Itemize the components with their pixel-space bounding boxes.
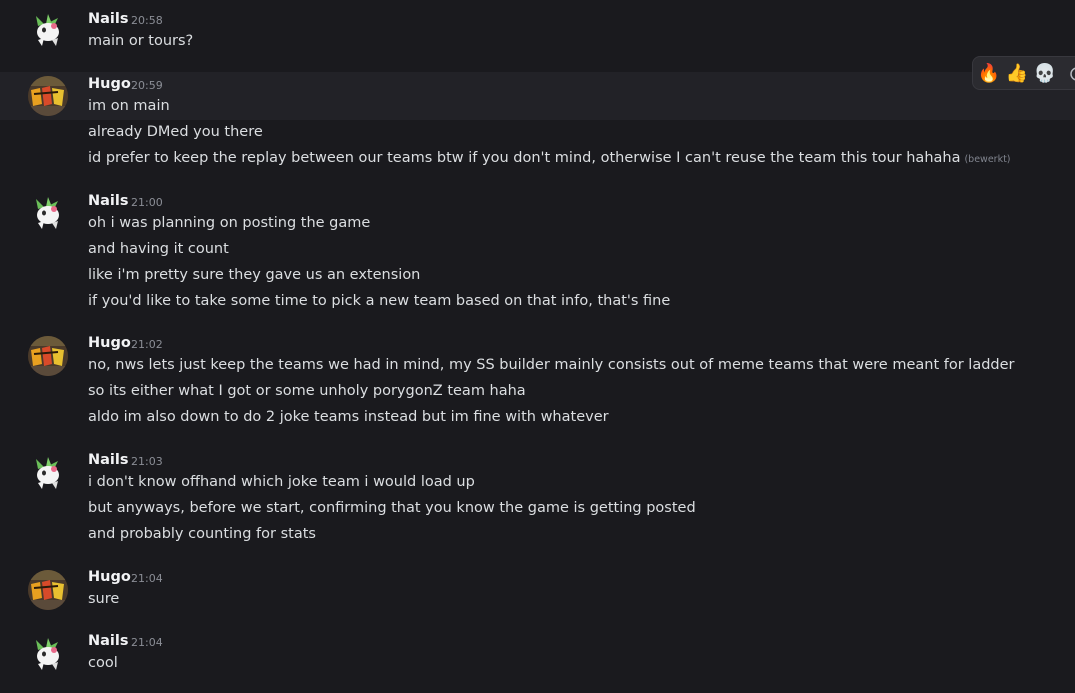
message-timestamp: 21:03 <box>131 455 163 468</box>
message-text: i don't know offhand which joke team i w… <box>88 474 475 490</box>
graffiti-avatar-icon <box>28 336 68 376</box>
message-text: already DMed you there <box>88 124 263 140</box>
message-text: oh i was planning on posting the game <box>88 215 371 231</box>
username[interactable]: Hugo <box>88 335 131 351</box>
message-text: cool <box>88 655 118 671</box>
message-timestamp: 21:04 <box>131 572 163 585</box>
message-group: Nails 21:00 oh i was planning on posting… <box>0 190 1075 320</box>
message-text: like i'm pretty sure they gave us an ext… <box>88 267 421 283</box>
message-timestamp: 20:59 <box>131 79 163 92</box>
message-group: Nails 21:04 cool <box>0 632 1075 692</box>
shaymin-avatar-icon <box>36 14 59 46</box>
message-text: sure <box>88 591 120 607</box>
avatar[interactable] <box>28 76 68 116</box>
graffiti-avatar-icon <box>28 570 68 610</box>
skull-reaction-icon[interactable]: 💀 <box>1033 62 1057 86</box>
avatar[interactable] <box>28 453 68 493</box>
message-text: id prefer to keep the replay between our… <box>88 150 1011 166</box>
more-reactions-icon[interactable] <box>1065 62 1075 86</box>
shaymin-avatar-icon <box>36 457 59 489</box>
avatar[interactable] <box>28 336 68 376</box>
username[interactable]: Hugo <box>88 76 131 92</box>
message-text: and having it count <box>88 241 229 257</box>
message-timestamp: 21:04 <box>131 636 163 649</box>
message-text: aldo im also down to do 2 joke teams ins… <box>88 409 609 425</box>
message-group: Hugo 20:59 im on main already DMed you t… <box>0 72 1075 182</box>
message-text-content: id prefer to keep the replay between our… <box>88 150 961 166</box>
message-text: im on main <box>88 98 170 114</box>
avatar[interactable] <box>28 193 68 233</box>
message-timestamp: 20:58 <box>131 14 163 27</box>
fire-reaction-icon[interactable]: 🔥 <box>977 62 1001 86</box>
message-timestamp: 21:00 <box>131 196 163 209</box>
shaymin-avatar-icon <box>36 638 59 670</box>
message-text: if you'd like to take some time to pick … <box>88 293 671 309</box>
username[interactable]: Nails <box>88 452 129 468</box>
chat-message-list: Nails 20:58 main or tours? Hugo 20:59 im… <box>0 0 1075 693</box>
message-group: Hugo 21:02 no, nws lets just keep the te… <box>0 333 1075 438</box>
username[interactable]: Nails <box>88 633 129 649</box>
username[interactable]: Nails <box>88 193 129 209</box>
message-group: Hugo 21:04 sure <box>0 568 1075 623</box>
message-timestamp: 21:02 <box>131 338 163 351</box>
avatar[interactable] <box>28 570 68 610</box>
username[interactable]: Hugo <box>88 569 131 585</box>
edited-indicator: (bewerkt) <box>964 154 1011 165</box>
message-text: but anyways, before we start, confirming… <box>88 500 696 516</box>
avatar[interactable] <box>28 634 68 674</box>
message-group: Nails 21:03 i don't know offhand which j… <box>0 450 1075 555</box>
message-text: no, nws lets just keep the teams we had … <box>88 357 1015 373</box>
username[interactable]: Nails <box>88 11 129 27</box>
message-text: main or tours? <box>88 33 194 49</box>
avatar[interactable] <box>28 10 68 50</box>
message-text: so its either what I got or some unholy … <box>88 383 526 399</box>
message-text: and probably counting for stats <box>88 526 316 542</box>
thumbs-up-reaction-icon[interactable]: 👍 <box>1005 62 1029 86</box>
shaymin-avatar-icon <box>36 197 59 229</box>
message-reaction-toolbar: 🔥 👍 💀 <box>972 56 1075 90</box>
message-group: Nails 20:58 main or tours? <box>0 0 1075 60</box>
graffiti-avatar-icon <box>28 76 68 116</box>
